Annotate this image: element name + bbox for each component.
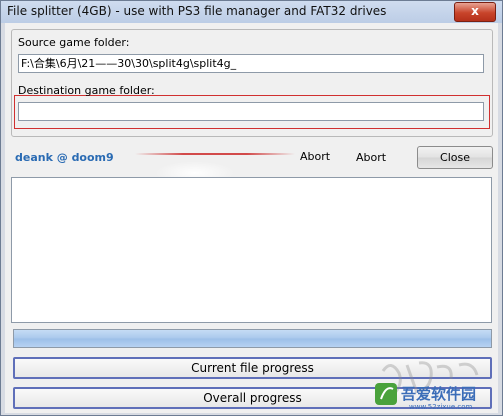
title-bar[interactable]: File splitter (4GB) - use with PS3 file … (1, 1, 502, 23)
folders-group: Source game folder: F:\合集\6月\21——30\30\s… (11, 29, 493, 137)
destination-folder-input[interactable] (18, 102, 484, 121)
abort-button-1[interactable]: Abort (289, 146, 341, 169)
abort-button-2[interactable]: Abort (345, 146, 397, 169)
author-credit: deank @ doom9 (15, 151, 114, 164)
window-title: File splitter (4GB) - use with PS3 file … (7, 4, 387, 18)
red-annotation-stroke (135, 153, 295, 155)
log-output-area[interactable] (11, 177, 492, 323)
destination-folder-label: Destination game folder: (18, 84, 155, 97)
progress-bar-fill (14, 330, 491, 347)
source-folder-input[interactable]: F:\合集\6月\21——30\30\split4g\split4g_ (18, 54, 484, 73)
watermark-logo: 吾爱软件园 www.52zixue.com (375, 361, 479, 411)
close-button[interactable]: Close (417, 146, 493, 169)
watermark-text: 吾爱软件园 (401, 385, 476, 403)
source-folder-label: Source game folder: (18, 36, 130, 49)
window-close-icon[interactable]: x (454, 2, 496, 22)
watermark-url: www.52zixue.com (409, 403, 473, 411)
app-window: File splitter (4GB) - use with PS3 file … (0, 0, 503, 416)
progress-bar (13, 329, 492, 348)
